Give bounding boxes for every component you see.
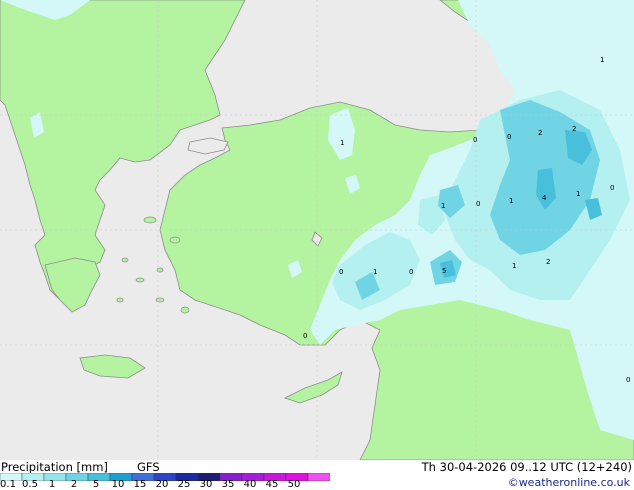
value-label: 0	[626, 376, 630, 384]
value-label: 1	[600, 56, 604, 64]
tick-label: 0.5	[22, 479, 38, 490]
tick-label: 15	[133, 479, 147, 490]
tick-label: 40	[243, 479, 257, 490]
tick-label: 45	[265, 479, 279, 490]
value-label: 1	[512, 262, 516, 270]
legend-model: GFS	[137, 460, 160, 474]
forecast-run-info: Th 30-04-2026 09..12 UTC (12+240)	[421, 460, 632, 474]
value-label: 2	[546, 258, 550, 266]
value-label: 4	[542, 194, 547, 202]
value-label: 0	[339, 268, 343, 276]
tick-label: 25	[177, 479, 191, 490]
tick-label: 30	[199, 479, 213, 490]
value-label: 5	[442, 267, 446, 275]
precipitation-map: 1 1 0 0 2 2 1 0 1 4 1 0 0 1 0 5 1 2 0 0	[0, 0, 634, 460]
tick-label: 1	[48, 479, 56, 490]
value-label: 2	[572, 125, 576, 133]
value-label: 2	[538, 129, 542, 137]
tick-label: 50	[287, 479, 301, 490]
value-label: 0	[303, 332, 307, 340]
value-label: 1	[576, 190, 580, 198]
legend-title: Precipitation [mm]	[1, 460, 108, 474]
tick-label: 10	[111, 479, 125, 490]
tick-label: 35	[221, 479, 235, 490]
color-swatch	[307, 473, 330, 481]
value-label: 0	[507, 133, 511, 141]
value-label: 0	[473, 136, 477, 144]
legend-footer: Precipitation [mm] GFS Th 30-04-2026 09.…	[0, 460, 634, 490]
tick-label: 20	[155, 479, 169, 490]
tick-label: 5	[92, 479, 100, 490]
value-label: 1	[340, 139, 344, 147]
value-label: 1	[373, 268, 377, 276]
credit-link[interactable]: ©weatheronline.co.uk	[508, 477, 630, 489]
tick-label: 2	[70, 479, 78, 490]
value-label: 0	[409, 268, 413, 276]
value-label: 0	[610, 184, 614, 192]
value-label: 1	[441, 202, 445, 210]
map-container: 1 1 0 0 2 2 1 0 1 4 1 0 0 1 0 5 1 2 0 0 …	[0, 0, 634, 490]
value-label: 1	[509, 197, 513, 205]
tick-label: 0.1	[0, 479, 16, 490]
value-label: 0	[476, 200, 480, 208]
